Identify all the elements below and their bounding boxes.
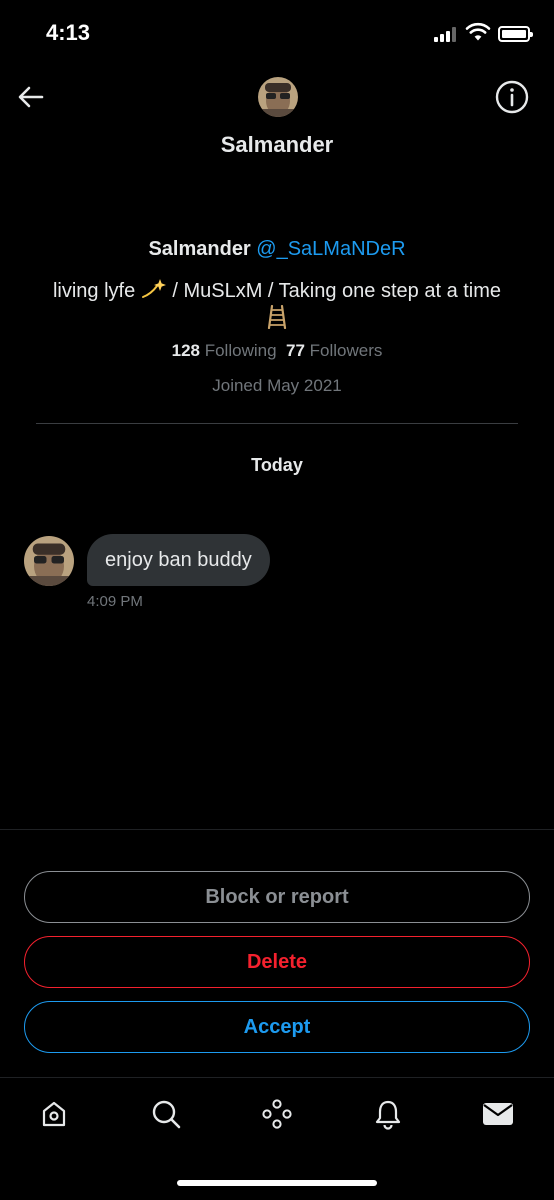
following-count: 128 — [171, 341, 200, 360]
back-arrow-icon[interactable] — [14, 80, 48, 114]
message-bubble[interactable]: enjoy ban buddy — [87, 534, 270, 586]
cellular-signal-icon — [434, 26, 460, 42]
accept-button[interactable]: Accept — [24, 1001, 530, 1053]
conversation-title: Salmander — [220, 132, 334, 157]
actions-divider — [0, 829, 554, 830]
info-icon[interactable] — [494, 79, 530, 115]
wifi-icon — [465, 22, 491, 41]
spaces-icon — [262, 1099, 292, 1129]
tab-home[interactable] — [34, 1094, 74, 1134]
bio-text-part1: living lyfe — [52, 280, 136, 302]
ladder-emoji-icon — [267, 305, 287, 329]
status-time: 4:13 — [46, 20, 91, 45]
tab-notifications[interactable] — [368, 1094, 408, 1134]
day-separator: Today — [251, 455, 303, 475]
followers-label: Followers — [309, 341, 383, 360]
profile-bio: living lyfe / MuSLxM / Taking one step a… — [50, 278, 504, 334]
profile-handle[interactable]: @_SaLMaNDeR — [256, 238, 405, 260]
following-label: Following — [204, 341, 277, 360]
tab-spaces[interactable] — [257, 1094, 297, 1134]
header-avatar[interactable] — [258, 77, 298, 117]
followers-count: 77 — [285, 341, 305, 360]
profile-name[interactable]: Salmander — [148, 238, 250, 260]
search-icon — [152, 1100, 181, 1129]
tab-messages[interactable] — [478, 1094, 518, 1134]
message-avatar[interactable] — [24, 536, 74, 586]
profile-stats: 128 Following 77 Followers — [0, 341, 554, 361]
following-link[interactable]: 128 Following — [172, 341, 277, 360]
messages-icon — [483, 1103, 513, 1125]
battery-icon — [498, 26, 533, 42]
dizzy-emoji-icon — [141, 279, 166, 298]
followers-link[interactable]: 77 Followers — [286, 341, 382, 360]
bio-text-part2: / MuSLxM / Taking one step at a time — [172, 280, 502, 302]
profile-name-line[interactable]: Salmander @_SaLMaNDeR — [0, 238, 554, 261]
notifications-icon — [375, 1100, 401, 1130]
tab-bar-divider — [0, 1077, 554, 1078]
home-icon — [42, 1101, 66, 1127]
profile-divider — [36, 423, 518, 424]
delete-button[interactable]: Delete — [24, 936, 530, 988]
block-or-report-button[interactable]: Block or report — [24, 871, 530, 923]
joined-date: Joined May 2021 — [212, 376, 342, 395]
status-bar: 4:13 — [0, 0, 554, 66]
home-indicator — [177, 1180, 377, 1186]
message-timestamp: 4:09 PM — [87, 593, 143, 610]
tab-search[interactable] — [146, 1094, 186, 1134]
